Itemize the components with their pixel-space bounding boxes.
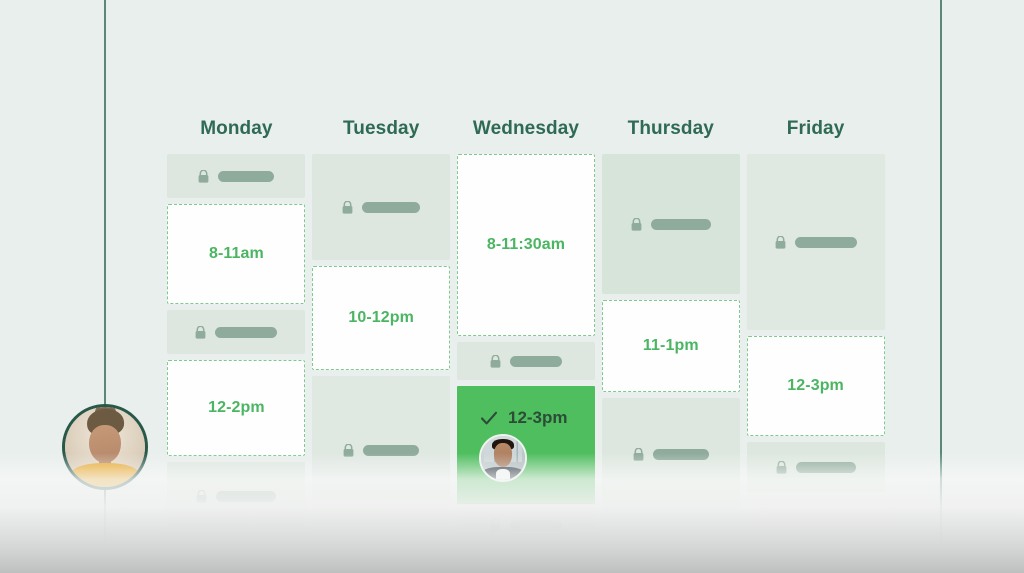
blocked-time-card [167,154,306,198]
blocked-time-card [312,154,451,260]
available-slot-card[interactable]: 10-12pm [312,266,451,370]
blocked-card-content [195,325,278,339]
day-column-tuesday: Tuesday 10-12pm [309,118,454,546]
redacted-title-bar [215,326,278,338]
day-column-wednesday: Wednesday 8-11:30am 12-3pm [454,118,599,546]
lock-icon [198,169,209,183]
blocked-time-card [456,510,595,540]
user-avatar-photo [65,407,145,487]
blocked-card-content [490,354,562,368]
blocked-time-card [601,398,740,510]
day-header-thursday: Thursday [627,118,714,139]
week-calendar-grid: Monday 8-11am 12-2pm Tuesday 10-12pm Wednesda… [164,118,888,546]
blocked-time-card [601,154,740,294]
blocked-time-card [167,310,306,354]
redacted-title-bar [509,355,562,367]
lock-icon [196,489,207,503]
redacted-title-bar [362,201,421,213]
blocked-time-card [746,154,885,330]
attendee-avatar[interactable] [478,434,527,482]
available-slot-card[interactable]: 12-2pm [167,360,306,456]
available-slot-card[interactable]: 11-1pm [601,300,740,392]
day-column-inner: Monday 8-11am 12-2pm [167,118,306,536]
available-slot-card[interactable]: 12-3pm [746,336,885,436]
booking-header-row: 12-3pm [479,408,595,428]
blocked-card-content [342,200,421,214]
day-column-monday: Monday 8-11am 12-2pm [164,118,309,546]
check-icon [480,411,498,425]
redacted-title-bar [650,218,711,230]
booking-time-label: 12-3pm [507,408,568,427]
redacted-title-bar [216,490,277,502]
blocked-card-content [776,460,856,474]
blocked-card-content [196,489,277,503]
day-column-friday: Friday 12-3pm [743,118,888,546]
slot-time-label: 10-12pm [348,309,414,326]
day-header-monday: Monday [200,118,273,139]
redacted-title-bar [218,170,275,182]
redacted-title-bar [794,236,857,248]
blocked-time-card [456,342,595,380]
day-header-wednesday: Wednesday [472,118,580,139]
lock-icon [490,354,501,368]
lock-icon [195,325,206,339]
blocked-card-content [633,447,709,461]
day-header-friday: Friday [786,118,845,139]
selected-booking-card[interactable]: 12-3pm [456,386,595,504]
lock-icon [775,235,785,249]
slot-time-label: 12-3pm [787,377,844,394]
lock-icon [633,447,644,461]
day-header-tuesday: Tuesday [342,118,420,139]
redacted-title-bar [795,461,856,473]
lock-icon [342,200,353,214]
slot-time-label: 8-11:30am [486,236,566,253]
user-avatar[interactable] [62,404,148,490]
redacted-title-bar [509,519,562,531]
blocked-card-content [490,518,562,532]
day-column-inner: Wednesday 8-11:30am 12-3pm [456,118,595,546]
redacted-title-bar [363,444,420,456]
day-column-inner: Thursday 11-1pm [601,118,740,516]
blocked-card-content [198,169,275,183]
blocked-time-card [746,442,885,492]
lock-icon [631,217,642,231]
day-column-inner: Tuesday 10-12pm [312,118,451,530]
redacted-title-bar [652,448,709,460]
blocked-time-card [167,462,306,530]
available-slot-card[interactable]: 8-11:30am [456,154,595,336]
day-column-inner: Friday 12-3pm [746,118,885,498]
available-slot-card[interactable]: 8-11am [167,204,306,304]
lock-icon [490,518,501,532]
slot-time-label: 12-2pm [208,399,265,416]
blocked-time-card [312,376,451,524]
blocked-card-content [631,217,711,231]
lock-icon [343,443,354,457]
slot-time-label: 8-11am [208,245,264,262]
lock-icon [776,460,786,474]
timeline-rail-right [940,0,942,573]
calendar-screen: Monday 8-11am 12-2pm Tuesday 10-12pm Wednesda… [0,0,1024,573]
slot-time-label: 11-1pm [642,337,699,354]
blocked-card-content [343,443,420,457]
blocked-card-content [775,235,857,249]
day-column-thursday: Thursday 11-1pm [598,118,743,546]
